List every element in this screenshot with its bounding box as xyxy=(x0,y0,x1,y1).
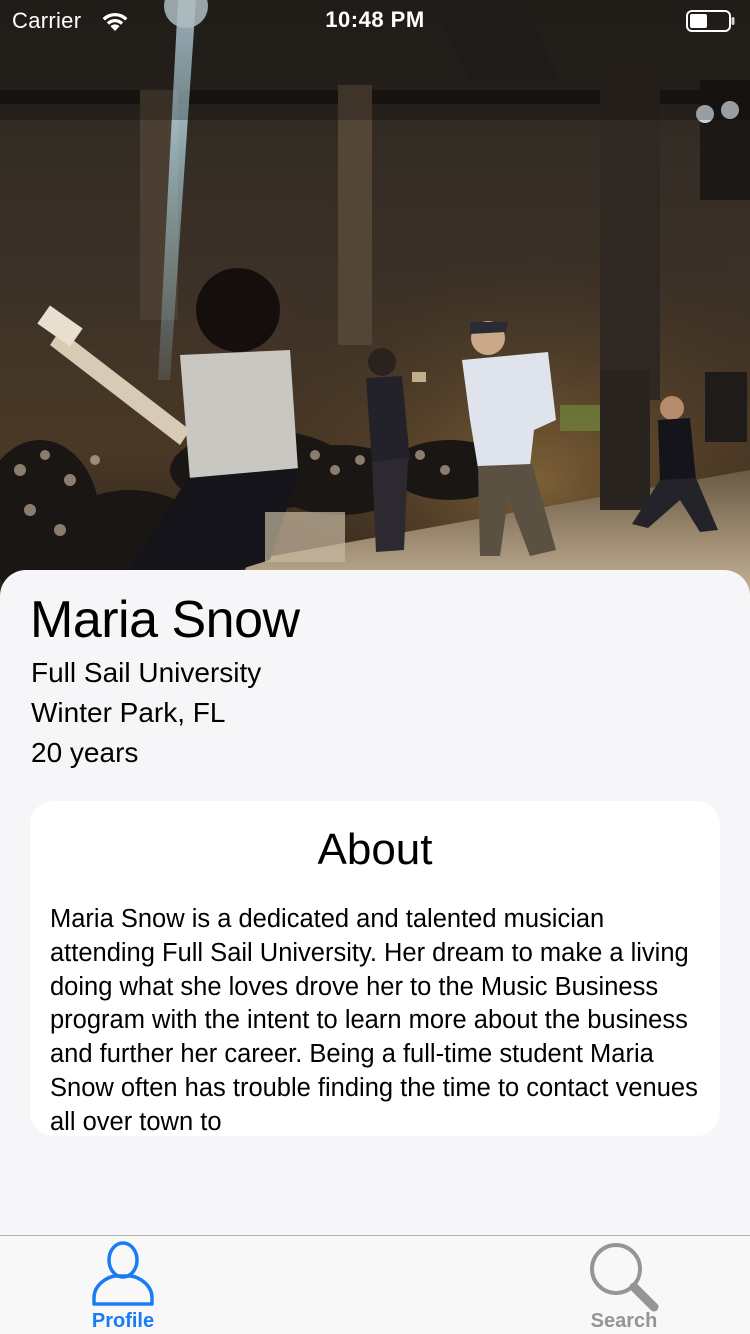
profile-school: Full Sail University xyxy=(31,657,262,688)
magnifier-icon xyxy=(590,1243,659,1312)
profile-screen: Carrier 10:48 PM Maria Snow Full Sail Un… xyxy=(0,0,750,1334)
profile-name: Maria Snow xyxy=(30,591,300,649)
person-icon xyxy=(92,1241,154,1306)
profile-location: Winter Park, FL xyxy=(31,697,226,728)
tab-bar: Profile Search xyxy=(0,1235,750,1334)
profile-age: 20 years xyxy=(31,737,139,768)
status-bar: Carrier 10:48 PM xyxy=(0,0,750,40)
concert-photo-icon xyxy=(0,0,750,600)
tab-profile[interactable]: Profile xyxy=(33,1236,213,1334)
tab-profile-label: Profile xyxy=(91,1310,155,1332)
about-text[interactable]: Maria Snow is a dedicated and talented m… xyxy=(50,903,710,1135)
about-title: About xyxy=(317,825,433,874)
hero-concert-image xyxy=(0,0,750,600)
battery-icon xyxy=(686,10,735,32)
profile-card: Maria Snow Full Sail University Winter P… xyxy=(0,570,750,1236)
tab-search-label: Search xyxy=(590,1310,658,1332)
tab-search[interactable]: Search xyxy=(534,1236,714,1334)
status-time: 10:48 PM xyxy=(325,7,425,32)
about-section[interactable]: About Maria Snow is a dedicated and tale… xyxy=(30,801,720,1136)
